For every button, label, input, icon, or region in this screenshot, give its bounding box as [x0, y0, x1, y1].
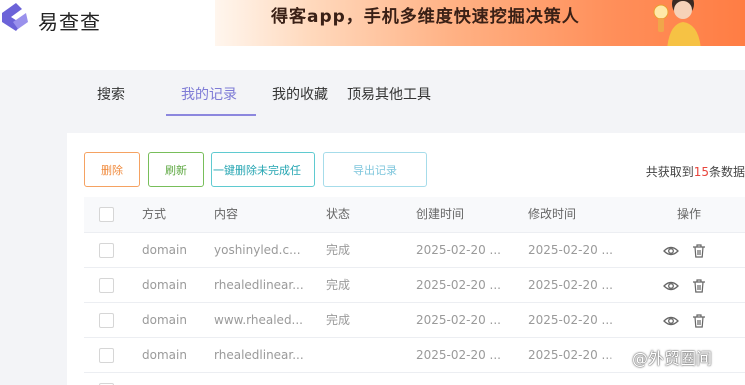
promo-banner[interactable]: 得客app，手机多维度快速挖掘决策人 [215, 0, 745, 46]
app-logo[interactable]: 易查查 [0, 0, 101, 40]
tab-my-favorites[interactable]: 我的收藏 [272, 84, 328, 104]
row-method: domain [142, 313, 187, 327]
watermark-text: @外贸圈间 [632, 349, 713, 368]
top-bar: 易查查 得客app，手机多维度快速挖掘决策人 [0, 0, 745, 70]
table-header: 方式 内容 状态 创建时间 修改时间 操作 [84, 197, 745, 232]
row-status: 完成 [326, 278, 351, 292]
delete-trash-icon[interactable] [691, 278, 707, 294]
header-method: 方式 [142, 207, 167, 221]
row-content: www.rhealed... [214, 313, 303, 327]
row-content: rhealedlinear... [214, 278, 304, 292]
refresh-button[interactable]: 刷新 [148, 152, 204, 187]
header-created-time: 创建时间 [416, 207, 465, 221]
header-actions: 操作 [676, 207, 701, 221]
view-eye-icon[interactable] [663, 243, 679, 259]
select-all-checkbox[interactable] [99, 207, 114, 222]
total-count-text: 共获取到15条数据 [646, 163, 745, 180]
tab-bar: 搜索 我的记录 我的收藏 顶易其他工具 [0, 70, 745, 118]
row-modified-time: 2025-02-20 ... [528, 243, 613, 257]
tab-my-records[interactable]: 我的记录 [181, 84, 237, 104]
delete-button[interactable]: 删除 [84, 152, 140, 187]
logo-icon [2, 3, 28, 31]
table-row[interactable]: domain yoshinyled.c... 完成 2025-02-20 ...… [84, 232, 745, 267]
table-row[interactable] [84, 372, 745, 385]
header-status: 状态 [326, 207, 351, 221]
total-count: 15 [693, 165, 709, 179]
row-checkbox[interactable] [99, 243, 114, 258]
row-checkbox[interactable] [99, 278, 114, 293]
row-status: 完成 [326, 243, 351, 257]
active-tab-underline [166, 114, 256, 116]
view-eye-icon[interactable] [663, 278, 679, 294]
row-created-time: 2025-02-20 ... [416, 243, 501, 257]
view-eye-icon[interactable] [663, 313, 679, 329]
row-checkbox[interactable] [99, 348, 114, 363]
person-illustration-icon [653, 0, 701, 46]
watermark: @外贸圈间 [610, 345, 712, 369]
table-row[interactable]: domain rhealedlinear... 完成 2025-02-20 ..… [84, 267, 745, 302]
tab-search[interactable]: 搜索 [97, 84, 125, 104]
total-prefix: 共获取到 [645, 165, 694, 179]
row-method: domain [142, 243, 187, 257]
delete-unfinished-button[interactable]: 一键删除未完成任 [211, 152, 315, 187]
table-row[interactable]: domain www.rhealed... 完成 2025-02-20 ... … [84, 302, 745, 337]
row-status: 完成 [326, 313, 351, 327]
row-modified-time: 2025-02-20 ... [528, 313, 613, 327]
row-content: yoshinyled.c... [214, 243, 301, 257]
row-status [326, 338, 386, 373]
row-method: domain [142, 278, 187, 292]
total-suffix: 条数据 [708, 165, 745, 179]
watermark-logo-icon [611, 348, 629, 366]
delete-trash-icon[interactable] [691, 243, 707, 259]
tab-other-tools[interactable]: 顶易其他工具 [347, 84, 431, 104]
row-method: domain [142, 348, 187, 362]
app-name: 易查查 [38, 9, 101, 34]
row-content: rhealedlinear... [214, 348, 304, 362]
row-created-time: 2025-02-20 ... [416, 278, 501, 292]
row-modified-time: 2025-02-20 ... [528, 348, 613, 362]
row-created-time: 2025-02-20 ... [416, 313, 501, 327]
banner-text: 得客app，手机多维度快速挖掘决策人 [271, 7, 580, 27]
row-checkbox[interactable] [99, 313, 114, 328]
export-records-button[interactable]: 导出记录 [323, 152, 427, 187]
row-created-time: 2025-02-20 ... [416, 348, 501, 362]
header-content: 内容 [214, 207, 239, 221]
delete-trash-icon[interactable] [691, 313, 707, 329]
row-modified-time: 2025-02-20 ... [528, 278, 613, 292]
header-modified-time: 修改时间 [528, 207, 577, 221]
